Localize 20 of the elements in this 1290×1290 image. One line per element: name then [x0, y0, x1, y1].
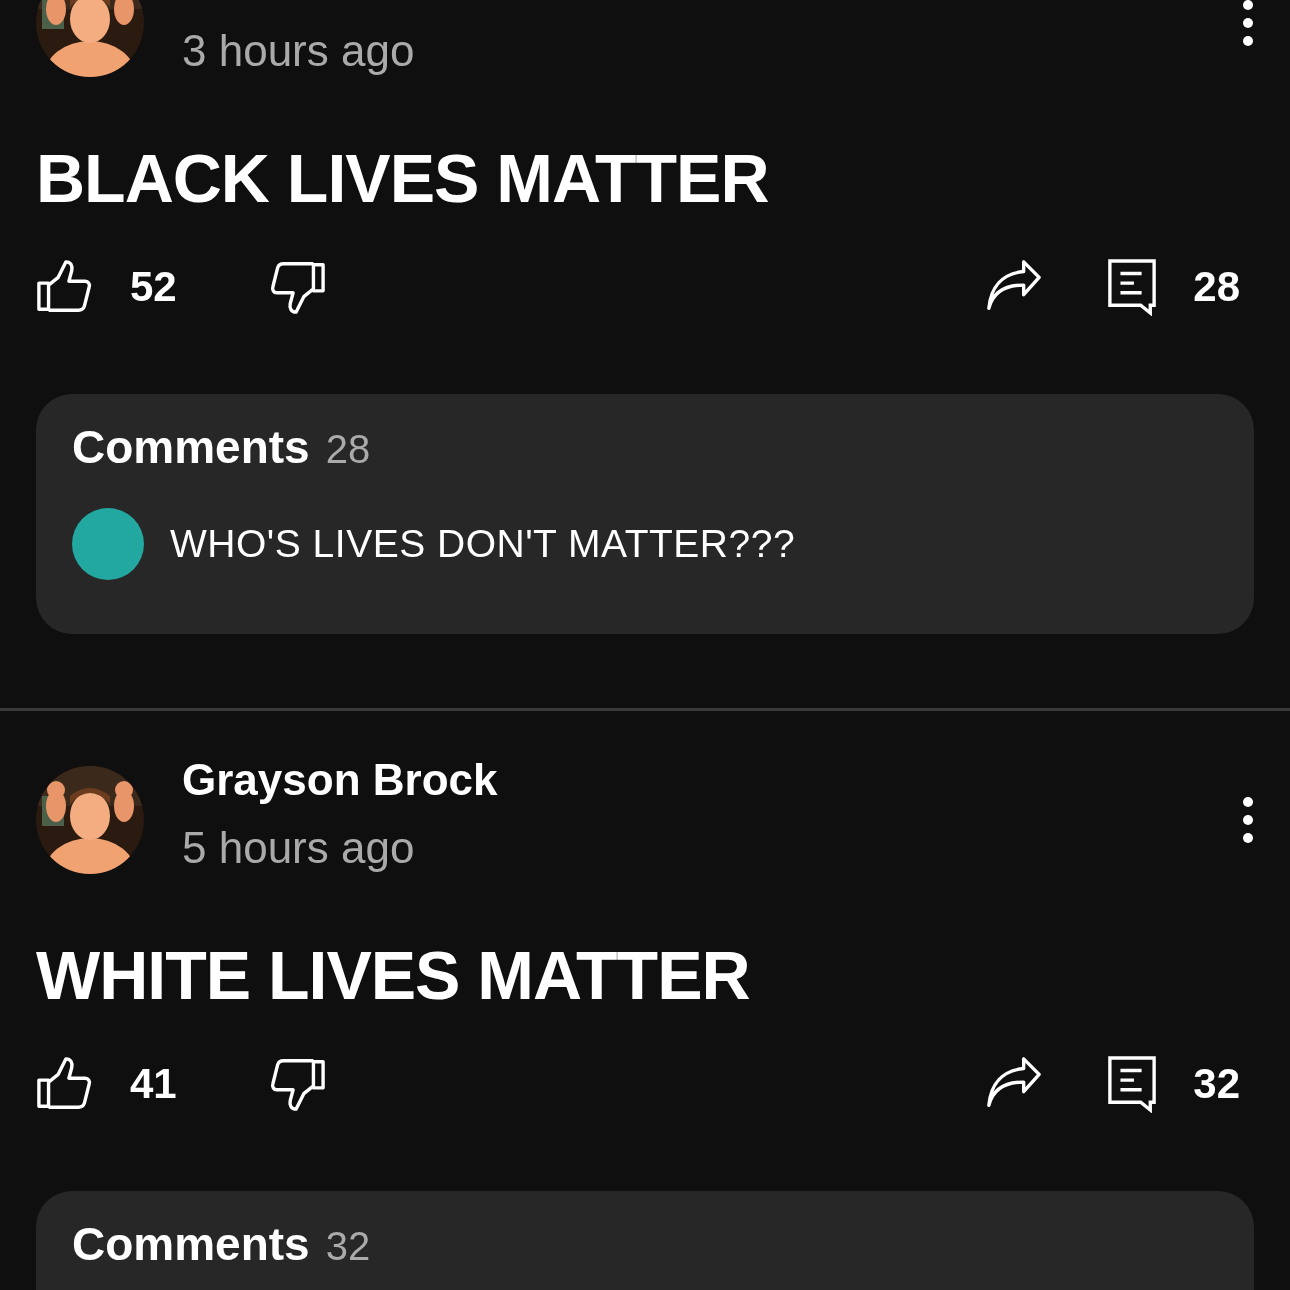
more-options-icon[interactable]	[1242, 796, 1254, 844]
post-text: BLACK LIVES MATTER	[36, 139, 770, 218]
post-text: WHITE LIVES MATTER	[36, 936, 751, 1015]
like-count: 52	[130, 263, 178, 311]
comments-count: 32	[325, 1224, 371, 1269]
comment-text: WHO'S LIVES DON'T MATTER???	[170, 522, 796, 566]
like-count: 41	[130, 1060, 178, 1108]
comment-count: 28	[1193, 263, 1240, 311]
comment-icon[interactable]	[1107, 258, 1158, 316]
comments-card[interactable]: Comments 28 WHO'S LIVES DON'T MATTER???	[36, 394, 1254, 634]
comments-count: 28	[325, 427, 371, 472]
comments-heading: Comments	[72, 420, 310, 474]
more-options-icon[interactable]	[1242, 0, 1254, 47]
comments-heading: Comments	[72, 1217, 310, 1271]
comment-icon[interactable]	[1107, 1055, 1158, 1113]
post-time: 5 hours ago	[182, 823, 416, 873]
comment-count: 32	[1193, 1060, 1240, 1108]
post-time: 3 hours ago	[182, 26, 416, 76]
comments-card[interactable]: Comments 32	[36, 1191, 1254, 1290]
author-name[interactable]: Grayson Brock	[182, 755, 1242, 805]
